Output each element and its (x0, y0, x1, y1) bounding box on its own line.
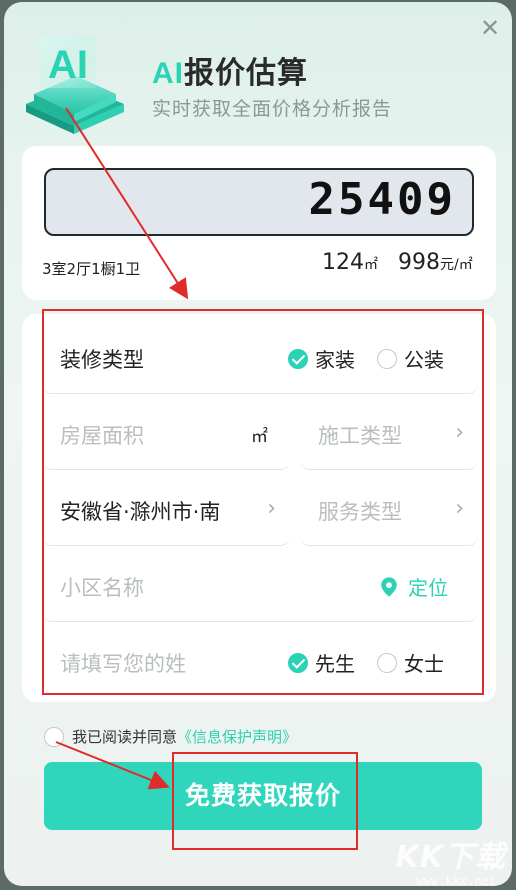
price-card: 25409 3室2厅1橱1卫 124㎡ 998元/㎡ (22, 146, 496, 300)
area-unit: ㎡ (364, 257, 378, 273)
unit-price: 998元/㎡ (398, 250, 473, 275)
title-text: 报价估算 (184, 56, 308, 91)
radio-home-decoration[interactable]: 家装 (288, 344, 355, 373)
svg-text:AI: AI (48, 43, 88, 87)
radio-ms[interactable]: 女士 (377, 648, 444, 677)
decoration-type-label: 装修类型 (60, 348, 144, 372)
radio-checked-icon (288, 348, 308, 369)
radio-home-label: 家装 (315, 348, 355, 372)
modal-title: AI报价估算 (152, 48, 308, 92)
house-area-placeholder: 房屋面积 (60, 424, 144, 448)
gender-radio-group: 先生 女士 (288, 648, 444, 677)
chevron-right-icon: › (455, 420, 464, 445)
area-number: 124 (322, 250, 364, 275)
decoration-type-radio-group: 家装 公装 (288, 344, 444, 373)
radio-public-decoration[interactable]: 公装 (377, 344, 444, 373)
surname-input[interactable]: 请填写您的姓 先生 女士 (42, 626, 478, 698)
chevron-right-icon: › (267, 496, 276, 521)
community-placeholder: 小区名称 (60, 576, 144, 600)
quote-modal: ✕ AI AI报价估算 实时获取全面价格分析报告 25409 3室2厅1橱1卫 … (4, 2, 512, 886)
area-unit-label: ㎡ (251, 427, 268, 447)
service-type-placeholder: 服务类型 (318, 500, 402, 524)
modal-subtitle: 实时获取全面价格分析报告 (152, 98, 393, 120)
region-value: 安徽省·滁州市·南 (60, 500, 221, 524)
construction-type-select[interactable]: 施工类型 › (300, 398, 478, 470)
unit-price-number: 998 (398, 250, 440, 275)
close-icon[interactable]: ✕ (476, 14, 504, 42)
radio-ms-label: 女士 (404, 652, 444, 676)
locate-label: 定位 (408, 576, 448, 600)
watermark-url: www.kkx.net (416, 874, 496, 888)
get-quote-button[interactable]: 免费获取报价 (44, 762, 482, 830)
construction-type-placeholder: 施工类型 (318, 424, 402, 448)
unit-price-unit: 元/㎡ (440, 257, 473, 273)
total-price: 25409 (308, 174, 456, 225)
community-input[interactable]: 小区名称 定位 (42, 550, 478, 622)
region-select[interactable]: 安徽省·滁州市·南 › (42, 474, 290, 546)
radio-unchecked-icon (377, 652, 397, 673)
house-area-input[interactable]: 房屋面积 ㎡ (42, 398, 290, 470)
quote-form: 装修类型 家装 公装 房屋面积 ㎡ 施工类型 › 安徽省·滁州市·南 › 服务类… (22, 314, 496, 702)
location-pin-icon (381, 576, 397, 597)
area-value: 124㎡ (322, 250, 378, 275)
radio-checked-icon (288, 652, 308, 673)
room-layout: 3室2厅1橱1卫 (42, 260, 141, 278)
decoration-type-field: 装修类型 家装 公装 (42, 322, 478, 394)
agreement-text: 我已阅读并同意 (72, 728, 178, 746)
locate-button[interactable]: 定位 (378, 572, 448, 601)
privacy-statement-link[interactable]: 《信息保护声明》 (177, 726, 297, 747)
ai-logo-icon: AI (26, 36, 124, 134)
radio-unchecked-icon (377, 348, 397, 369)
radio-mr-label: 先生 (315, 652, 355, 676)
chevron-right-icon: › (455, 496, 464, 521)
price-display: 25409 (44, 168, 474, 236)
agreement-checkbox[interactable] (44, 726, 64, 747)
radio-mr[interactable]: 先生 (288, 648, 355, 677)
radio-public-label: 公装 (404, 348, 444, 372)
title-ai-text: AI (152, 57, 184, 90)
surname-placeholder: 请填写您的姓 (60, 652, 186, 676)
service-type-select[interactable]: 服务类型 › (300, 474, 478, 546)
watermark-logo: KK下载 (395, 840, 506, 875)
agreement-row: 我已阅读并同意 《信息保护声明》 (44, 726, 297, 747)
